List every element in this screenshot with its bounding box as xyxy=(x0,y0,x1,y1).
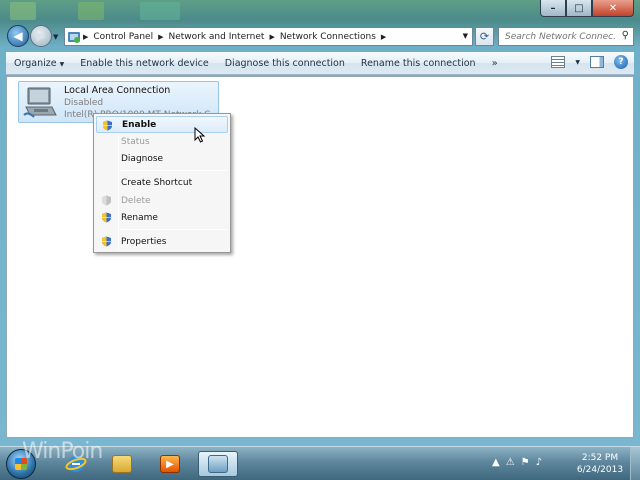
menu-item-label: Enable xyxy=(122,119,157,130)
network-adapter-icon xyxy=(23,87,57,118)
search-icon[interactable]: ⚲ xyxy=(622,30,629,41)
breadcrumb-network-and-internet[interactable]: Network and Internet xyxy=(165,32,267,42)
menu-item-properties[interactable]: Properties xyxy=(96,233,228,250)
menu-item-label: Diagnose xyxy=(121,153,164,164)
connection-name: Local Area Connection xyxy=(64,85,171,96)
menu-item-status: Status xyxy=(96,133,228,150)
watermark-text: WinPoin xyxy=(22,439,103,464)
breadcrumb-separator-icon[interactable]: ▶ xyxy=(156,33,165,41)
organize-label: Organize xyxy=(14,57,57,69)
search-box[interactable]: ⚲ xyxy=(498,27,634,46)
menu-item-label: Rename xyxy=(121,212,158,223)
system-tray: ▲ ⚠ ⚑ ♪ xyxy=(492,457,542,468)
breadcrumb-separator-icon[interactable]: ▶ xyxy=(379,33,388,41)
show-desktop-button[interactable] xyxy=(630,447,640,480)
uac-shield-icon xyxy=(102,236,111,247)
chevron-down-icon: ▼ xyxy=(59,60,65,68)
back-arrow-icon: ◀ xyxy=(13,29,23,43)
navigation-bar: ◀ ▶ ▼ ▶ Control Panel ▶ Network and Inte… xyxy=(0,24,640,50)
menu-item-diagnose[interactable]: Diagnose xyxy=(96,150,228,167)
control-panel-icon xyxy=(208,455,228,473)
change-view-icon[interactable] xyxy=(551,56,566,68)
close-button[interactable]: ✕ xyxy=(592,0,634,17)
command-bar: Organize ▼ Enable this network device Dia… xyxy=(6,52,634,75)
title-bar[interactable]: – □ ✕ xyxy=(0,0,640,22)
enable-device-button[interactable]: Enable this network device xyxy=(72,58,217,69)
menu-item-label: Status xyxy=(121,136,150,147)
volume-icon[interactable]: ♪ xyxy=(536,457,542,468)
recent-pages-dropdown-icon[interactable]: ▼ xyxy=(53,33,58,41)
menu-item-label: Create Shortcut xyxy=(121,177,193,188)
folder-icon xyxy=(112,455,132,473)
mouse-cursor-icon xyxy=(194,127,206,143)
uac-shield-icon xyxy=(102,195,111,206)
view-options-dropdown-icon[interactable]: ▼ xyxy=(575,59,580,66)
diagnose-connection-button[interactable]: Diagnose this connection xyxy=(217,58,353,69)
taskbar-windows-explorer[interactable] xyxy=(102,451,142,477)
taskbar-clock[interactable]: 2:52 PM 6/24/2013 xyxy=(575,452,625,476)
clock-time: 2:52 PM xyxy=(581,453,619,463)
help-icon: ? xyxy=(618,57,624,67)
network-status-icon[interactable]: ⚠ xyxy=(506,457,515,468)
connection-status: Disabled xyxy=(64,98,104,108)
search-input[interactable] xyxy=(505,31,615,42)
menu-item-label: Delete xyxy=(121,195,151,206)
rename-connection-button[interactable]: Rename this connection xyxy=(353,58,484,69)
organize-menu-button[interactable]: Organize ▼ xyxy=(6,58,72,69)
background-tile xyxy=(78,2,104,20)
forward-arrow-icon: ▶ xyxy=(36,29,46,43)
show-hidden-icons-icon[interactable]: ▲ xyxy=(492,457,500,468)
menu-item-delete: Delete xyxy=(96,192,228,209)
control-panel-icon xyxy=(68,31,80,43)
breadcrumb-control-panel[interactable]: Control Panel xyxy=(90,32,156,42)
clock-date: 6/24/2013 xyxy=(576,465,624,475)
background-tile xyxy=(10,2,36,20)
breadcrumb-network-connections[interactable]: Network Connections xyxy=(277,32,379,42)
taskbar-media-player[interactable]: ▶ xyxy=(150,451,190,477)
forward-button[interactable]: ▶ xyxy=(30,25,52,47)
refresh-button[interactable]: ⟳ xyxy=(475,27,494,46)
back-button[interactable]: ◀ xyxy=(7,25,29,47)
menu-separator xyxy=(121,229,227,230)
menu-separator xyxy=(121,170,227,171)
action-center-flag-icon[interactable]: ⚑ xyxy=(521,457,530,468)
maximize-button[interactable]: □ xyxy=(566,0,592,17)
menu-item-label: Properties xyxy=(121,236,167,247)
refresh-icon: ⟳ xyxy=(479,30,490,43)
taskbar-network-connections[interactable] xyxy=(198,451,238,477)
breadcrumb-separator-icon[interactable]: ▶ xyxy=(81,33,90,41)
preview-pane-icon[interactable] xyxy=(590,56,604,68)
help-button[interactable]: ? xyxy=(614,55,628,69)
breadcrumb-separator-icon[interactable]: ▶ xyxy=(267,33,276,41)
uac-shield-icon xyxy=(102,212,111,223)
background-tile xyxy=(140,2,180,20)
menu-item-enable[interactable]: Enable xyxy=(96,116,228,133)
more-commands-button[interactable]: » xyxy=(484,58,506,69)
address-history-dropdown-icon[interactable]: ▼ xyxy=(463,32,468,40)
context-menu: Enable Status Diagnose Create Shortcut D… xyxy=(93,113,231,253)
media-player-icon: ▶ xyxy=(160,455,180,473)
address-bar[interactable]: ▶ Control Panel ▶ Network and Internet ▶… xyxy=(64,27,473,46)
menu-item-rename[interactable]: Rename xyxy=(96,209,228,226)
menu-item-create-shortcut[interactable]: Create Shortcut xyxy=(96,174,228,191)
minimize-button[interactable]: – xyxy=(540,0,566,17)
uac-shield-icon xyxy=(103,120,112,131)
